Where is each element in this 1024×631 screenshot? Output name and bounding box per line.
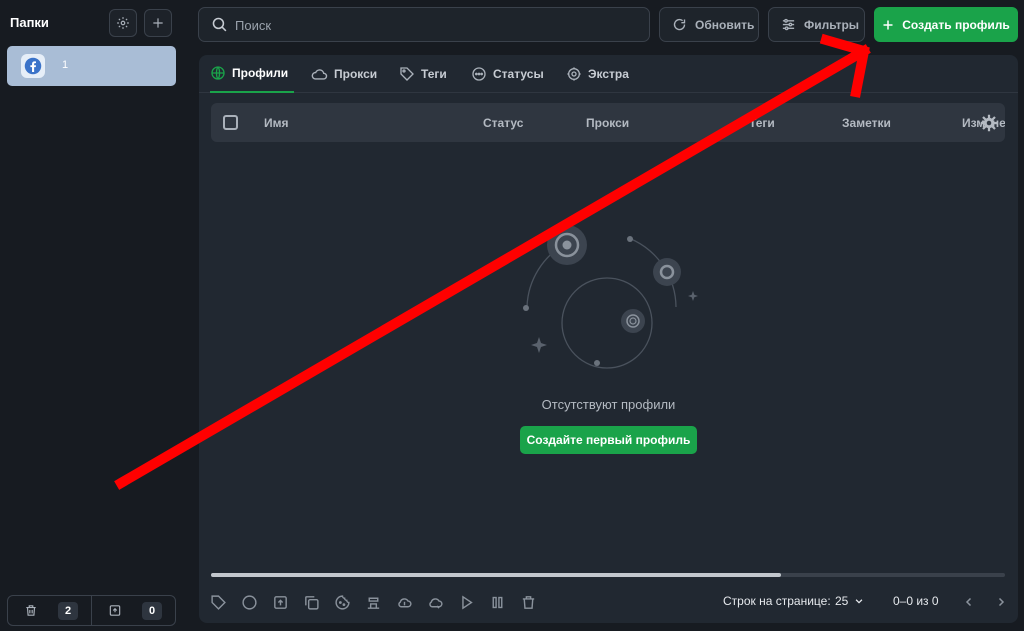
delete-icon[interactable] [517,591,539,613]
filters-label: Фильтры [804,17,860,32]
plus-icon [882,19,894,31]
bulk-actions-bar [207,591,539,613]
cookie-icon[interactable] [331,591,353,613]
tab-tags[interactable]: Теги [399,55,447,93]
column-name[interactable]: Имя [264,116,289,130]
pause-icon[interactable] [486,591,508,613]
horizontal-scrollbar[interactable] [211,573,1005,577]
globe-icon [210,65,226,81]
tab-bar: Профили Прокси Теги Статусы Экстра [199,55,1018,93]
column-notes[interactable]: Заметки [842,116,891,130]
filter-sliders-icon [781,17,796,32]
refresh-label: Обновить [695,17,755,32]
sidebar-title: Папки [10,15,49,30]
status-dots-icon [471,66,487,82]
facebook-icon [21,54,45,78]
tag-icon [399,66,415,82]
column-tags[interactable]: Теги [749,116,775,130]
status-action-icon[interactable] [238,591,260,613]
scrollbar-thumb[interactable] [211,573,781,577]
rows-per-page-label: Строк на странице: [723,594,831,608]
archive-button[interactable]: 0 [91,596,175,625]
trash-button[interactable]: 2 [8,596,91,625]
create-first-profile-button[interactable]: Создайте первый профиль [520,426,697,454]
cloud-transfer-icon[interactable] [424,591,446,613]
move-folder-icon[interactable] [269,591,291,613]
play-icon[interactable] [455,591,477,613]
main-panel: Профили Прокси Теги Статусы Экстра Имя С… [199,55,1018,623]
create-profile-label: Создать профиль [902,17,1010,32]
rows-per-page-value: 25 [835,594,849,608]
plus-icon [151,16,165,30]
search-icon [211,16,228,33]
add-folder-button[interactable] [144,9,172,37]
tab-proxies[interactable]: Прокси [311,55,377,93]
tab-profiles[interactable]: Профили [210,55,295,93]
search-input[interactable] [235,16,635,34]
select-all-checkbox[interactable] [223,115,238,130]
next-page-chevron-right-icon[interactable] [995,596,1007,608]
column-status[interactable]: Статус [483,116,523,130]
folder-item[interactable]: 1 [7,46,176,86]
rows-per-page-select[interactable]: 25 [835,594,864,608]
chevron-down-icon [854,596,864,606]
trash-count: 2 [58,602,78,620]
tab-extra-label: Экстра [588,67,629,81]
tab-tags-label: Теги [421,67,447,81]
tab-statuses[interactable]: Статусы [471,55,544,93]
empty-illustration [519,225,699,375]
empty-state-message: Отсутствуют профили [541,397,676,412]
folder-label: 1 [62,59,69,71]
tab-extra[interactable]: Экстра [566,55,629,93]
filters-button[interactable]: Фильтры [768,7,865,42]
create-profile-button[interactable]: Создать профиль [874,7,1018,42]
pagination-range: 0–0 из 0 [893,594,939,608]
gear-icon [116,16,130,30]
gear-icon [566,66,582,82]
search-box[interactable] [198,7,650,42]
tag-action-icon[interactable] [207,591,229,613]
prev-page-chevron-left-icon[interactable] [963,596,975,608]
refresh-icon [672,17,687,32]
column-proxy[interactable]: Прокси [586,116,629,130]
copy-icon[interactable] [300,591,322,613]
sync-cloud-icon[interactable] [393,591,415,613]
sidebar-footer: 2 0 [7,595,176,626]
proxy-action-icon[interactable] [362,591,384,613]
tab-profiles-label: Профили [232,66,289,80]
refresh-button[interactable]: Обновить [659,7,759,42]
archive-count: 0 [142,602,162,620]
cloud-icon [311,67,328,81]
tab-proxies-label: Прокси [334,67,378,81]
archive-icon [108,603,122,618]
sidebar: Папки 1 2 0 [0,0,186,631]
table-header: Имя Статус Прокси Теги Заметки Изменено [211,103,1005,142]
tab-statuses-label: Статусы [493,67,544,81]
trash-icon [24,603,38,618]
folder-settings-button[interactable] [109,9,137,37]
column-settings-gear-icon[interactable] [980,114,998,132]
